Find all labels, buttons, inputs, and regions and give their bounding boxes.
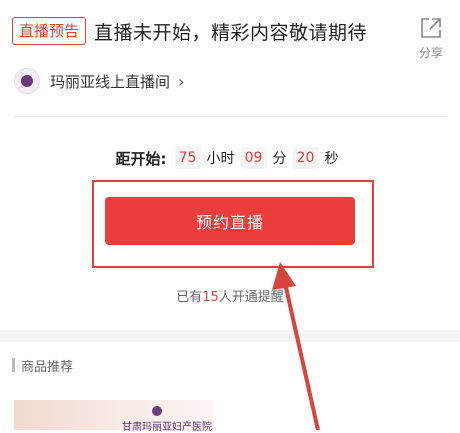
countdown-label: 距开始: bbox=[115, 149, 167, 168]
countdown-minutes: 09 bbox=[240, 147, 267, 169]
recommend-label: 商品推荐 bbox=[21, 359, 74, 375]
countdown-hours-unit: 小时 bbox=[206, 151, 235, 167]
live-room-link[interactable]: 玛丽亚线上直播间 › bbox=[14, 68, 184, 94]
booked-count-text: 已有15人开通提醒 bbox=[0, 286, 460, 305]
preview-badge: 直播预告 bbox=[12, 17, 87, 45]
page-title: 直播未开始，精彩内容敬请期待 bbox=[94, 21, 368, 44]
book-live-button[interactable]: 预约直播 bbox=[105, 197, 355, 245]
countdown-hours: 75 bbox=[174, 147, 201, 169]
countdown: 距开始: 75 小时 09 分 20 秒 bbox=[0, 146, 460, 170]
hospital-logo-icon bbox=[14, 68, 40, 94]
countdown-seconds-unit: 秒 bbox=[324, 151, 339, 167]
hospital-logo-icon bbox=[152, 406, 162, 416]
live-preview-panel: 直播预告 直播未开始，精彩内容敬请期待 分享 玛丽亚线上直播间 › 距开始: 7… bbox=[0, 0, 460, 330]
countdown-seconds: 20 bbox=[292, 147, 319, 169]
booked-suffix: 人开通提醒 bbox=[218, 290, 284, 305]
header-row: 直播预告 直播未开始，精彩内容敬请期待 bbox=[12, 14, 367, 48]
room-name: 玛丽亚线上直播间 bbox=[50, 72, 171, 91]
share-icon bbox=[421, 18, 441, 38]
share-label: 分享 bbox=[418, 46, 443, 60]
chevron-right-icon: › bbox=[178, 71, 185, 91]
product-card[interactable]: 甘肃玛丽亚妇产医院 bbox=[14, 400, 214, 433]
product-card-text: 甘肃玛丽亚妇产医院 bbox=[122, 422, 212, 433]
booked-prefix: 已有 bbox=[176, 290, 203, 305]
booked-count: 15 bbox=[202, 290, 219, 305]
section-gap bbox=[0, 330, 460, 342]
divider bbox=[14, 116, 446, 117]
section-bar bbox=[12, 358, 15, 372]
recommend-header: 商品推荐 bbox=[12, 356, 74, 375]
product-recommend-section: 商品推荐 甘肃玛丽亚妇产医院 bbox=[0, 342, 460, 433]
share-button[interactable]: 分享 bbox=[416, 16, 446, 61]
countdown-minutes-unit: 分 bbox=[272, 151, 287, 167]
